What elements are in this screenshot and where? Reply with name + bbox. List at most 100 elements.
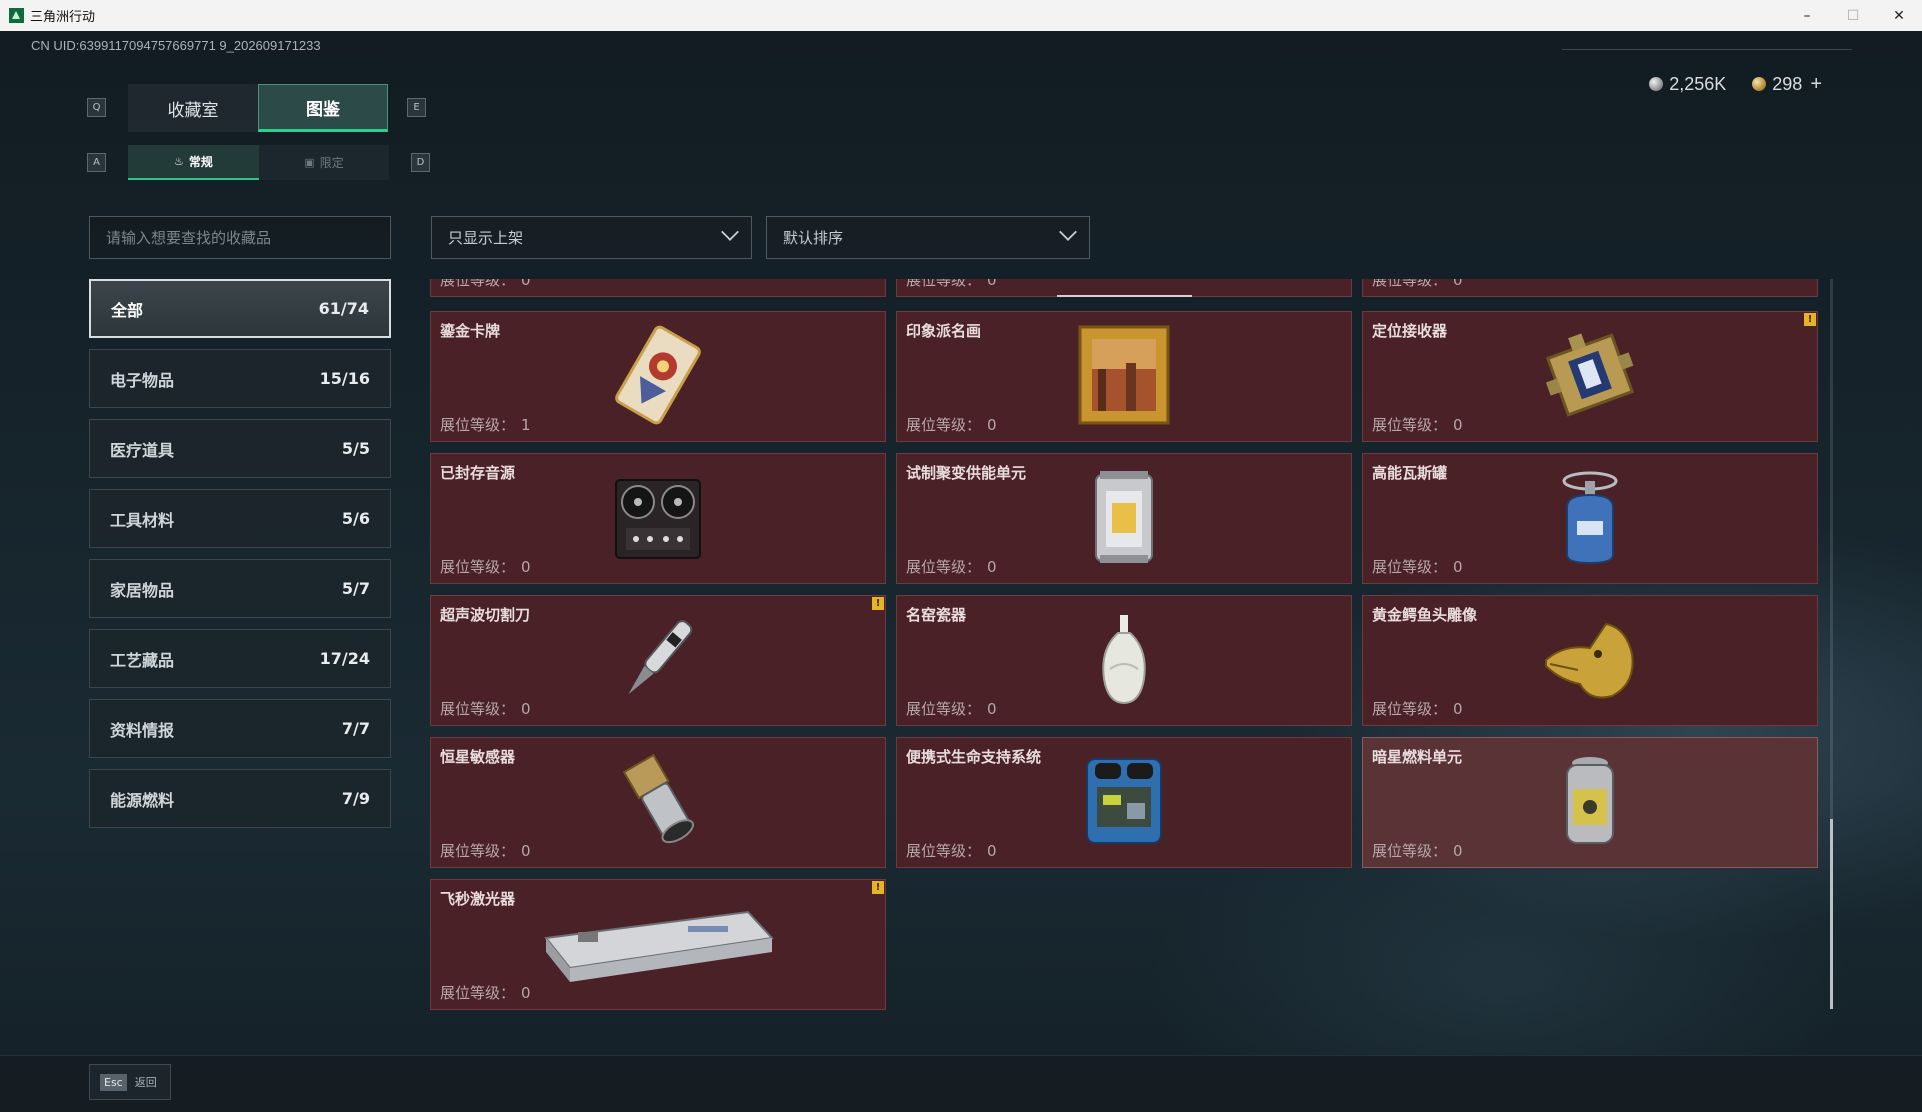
sort-label: 默认排序 <box>783 229 844 247</box>
category-tools[interactable]: 工具材料 5/6 <box>89 489 391 548</box>
category-count: 5/6 <box>341 509 370 528</box>
display-level: 展位等级： 0 <box>1372 416 1463 434</box>
item-name: 鎏金卡牌 <box>440 322 501 340</box>
key-hint-q: Q <box>87 98 106 117</box>
maximize-button[interactable]: ☐ <box>1830 0 1876 31</box>
collection-card[interactable]: 展位等级： 0 <box>896 279 1352 297</box>
star-sensor-icon <box>613 751 703 855</box>
gold-crocodile-icon <box>1540 614 1640 708</box>
tab-codex[interactable]: 图鉴 <box>258 84 388 132</box>
collection-card[interactable]: 展位等级： 0 <box>430 279 886 297</box>
collection-card[interactable]: 飞秒激光器 ! 展位等级： 0 <box>430 879 886 1010</box>
window-titlebar: 三角洲行动 – ☐ ✕ <box>0 0 1922 31</box>
item-name: 定位接收器 <box>1372 322 1448 340</box>
item-name: 飞秒激光器 <box>440 890 516 908</box>
display-filter-label: 只显示上架 <box>448 229 524 247</box>
display-level: 展位等级： 0 <box>906 558 997 576</box>
category-count: 17/24 <box>319 649 370 668</box>
category-intel[interactable]: 资料情报 7/7 <box>89 699 391 758</box>
framed-painting-icon <box>1076 323 1172 431</box>
display-level: 展位等级： 0 <box>906 279 997 289</box>
subtab-limited-label: 限定 <box>319 156 344 170</box>
subtab-regular-label: 常规 <box>188 155 213 169</box>
window-controls: – ☐ ✕ <box>1784 0 1922 31</box>
category-energy[interactable]: 能源燃料 7/9 <box>89 769 391 828</box>
subtab-limited[interactable]: ▣ 限定 <box>259 145 389 180</box>
silver-coin-icon <box>1649 77 1664 91</box>
collection-card[interactable]: 鎏金卡牌 展位等级： 1 <box>430 311 886 442</box>
collection-card[interactable]: 恒星敏感器 展位等级： 0 <box>430 737 886 868</box>
receiver-device-icon <box>1538 327 1642 427</box>
chevron-down-icon <box>1059 223 1077 241</box>
ultrasonic-knife-icon <box>610 609 706 713</box>
collection-card[interactable]: 暗星燃料单元 展位等级： 0 <box>1362 737 1818 868</box>
close-button[interactable]: ✕ <box>1876 0 1922 31</box>
collection-grid: 展位等级： 0 展位等级： 0 展位等级： 0 鎏金卡牌 展位等级： 1 印象派名画 展… <box>430 279 1830 1069</box>
silver-amount: 2,256K <box>1669 74 1727 94</box>
item-name: 超声波切割刀 <box>440 606 531 624</box>
porcelain-vase-icon <box>1094 609 1154 713</box>
item-name: 恒星敏感器 <box>440 748 516 766</box>
category-all[interactable]: 全部 61/74 <box>89 279 391 338</box>
collection-card[interactable]: 展位等级： 0 <box>1362 279 1818 297</box>
back-label: 返回 <box>134 1076 157 1089</box>
add-currency-button[interactable]: + <box>1810 73 1822 95</box>
category-count: 5/5 <box>341 439 370 458</box>
category-crafts[interactable]: 工艺藏品 17/24 <box>89 629 391 688</box>
collection-card[interactable]: 黄金鳄鱼头雕像 展位等级： 0 <box>1362 595 1818 726</box>
collection-card[interactable]: 印象派名画 展位等级： 0 <box>896 311 1352 442</box>
sort-dropdown[interactable]: 默认排序 <box>766 216 1090 259</box>
warning-badge: ! <box>872 597 884 610</box>
window-title: 三角洲行动 <box>30 10 96 25</box>
subtab-regular[interactable]: ♨ 常规 <box>128 145 259 180</box>
collection-card[interactable]: 试制聚变供能单元 展位等级： 0 <box>896 453 1352 584</box>
category-electronics[interactable]: 电子物品 15/16 <box>89 349 391 408</box>
back-button[interactable]: Esc 返回 <box>89 1064 171 1100</box>
collection-card[interactable]: 定位接收器 ! 展位等级： 0 <box>1362 311 1818 442</box>
fusion-unit-icon <box>1086 467 1162 571</box>
flame-icon: ♨ <box>174 155 184 168</box>
item-name: 试制聚变供能单元 <box>906 464 1027 482</box>
category-name: 工具材料 <box>110 510 175 530</box>
grid-scrollbar[interactable] <box>1830 279 1833 1009</box>
display-level: 展位等级： 1 <box>440 416 531 434</box>
warning-badge: ! <box>872 881 884 894</box>
category-name: 工艺藏品 <box>110 650 175 670</box>
gold-currency: 298 + <box>1752 73 1822 96</box>
life-support-icon <box>1079 751 1169 855</box>
key-hint-e: E <box>407 98 426 117</box>
item-name: 便携式生命支持系统 <box>906 748 1042 766</box>
chevron-down-icon <box>721 223 739 241</box>
item-name: 暗星燃料单元 <box>1372 748 1463 766</box>
key-hint-d: D <box>411 153 430 172</box>
minimize-button[interactable]: – <box>1784 0 1830 31</box>
fuel-cell-icon <box>1557 751 1623 855</box>
category-medical[interactable]: 医疗道具 5/5 <box>89 419 391 478</box>
currency-display: 2,256K 298 + <box>1649 73 1822 96</box>
gold-amount: 298 <box>1772 74 1803 94</box>
game-view: CN UID:6399117094757669771 9_20260917123… <box>0 31 1922 1112</box>
category-name: 全部 <box>111 300 144 320</box>
decor-line <box>1562 49 1852 50</box>
category-household[interactable]: 家居物品 5/7 <box>89 559 391 618</box>
item-name: 高能瓦斯罐 <box>1372 464 1448 482</box>
item-name: 印象派名画 <box>906 322 982 340</box>
collection-card[interactable]: 便携式生命支持系统 展位等级： 0 <box>896 737 1352 868</box>
category-name: 电子物品 <box>110 370 175 390</box>
display-level: 展位等级： 0 <box>906 416 997 434</box>
display-level: 展位等级： 0 <box>440 700 531 718</box>
search-input[interactable]: 请输入想要查找的收藏品 <box>89 216 391 259</box>
collection-card[interactable]: 已封存音源 展位等级： 0 <box>430 453 886 584</box>
gas-canister-icon <box>1555 467 1625 571</box>
scrollbar-thumb[interactable] <box>1830 819 1833 1009</box>
category-count: 7/7 <box>341 719 370 738</box>
gilded-card-icon <box>603 320 713 434</box>
collection-card[interactable]: 高能瓦斯罐 展位等级： 0 <box>1362 453 1818 584</box>
partial-item-icon <box>1057 295 1192 297</box>
item-name: 名窑瓷器 <box>906 606 967 624</box>
tab-collection-room[interactable]: 收藏室 <box>128 84 258 132</box>
collection-card[interactable]: 超声波切割刀 ! 展位等级： 0 <box>430 595 886 726</box>
collection-card[interactable]: 名窑瓷器 展位等级： 0 <box>896 595 1352 726</box>
category-name: 资料情报 <box>110 720 175 740</box>
display-filter-dropdown[interactable]: 只显示上架 <box>431 216 752 259</box>
